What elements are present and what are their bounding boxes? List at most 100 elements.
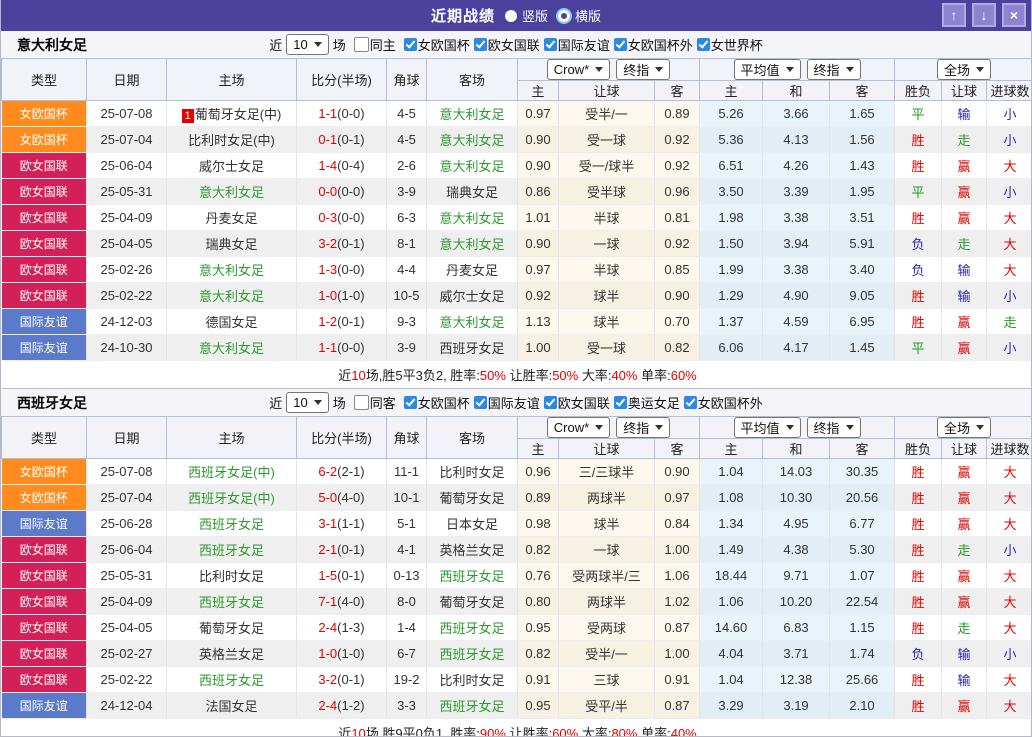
sub-header-handicap-result: 让球 [941,80,988,101]
match-date: 25-06-04 [86,536,167,563]
competition-filter[interactable]: 女欧国杯外 [613,35,693,54]
competition-filter[interactable]: 欧女国联 [543,393,610,412]
col-header-home: 主场 [166,416,297,459]
competition-filter[interactable]: 女欧国杯外 [683,393,763,412]
handicap-odds-home: 1.00 [517,334,559,361]
avg-odds-lose: 20.56 [829,484,896,511]
competition-badge: 女欧国杯 [1,484,87,511]
average-select[interactable]: 平均值 [733,59,801,80]
match-date: 25-04-05 [86,230,167,257]
competition-filter[interactable]: 奥运女足 [613,393,680,412]
odds-source-select[interactable]: Crow* [546,59,611,80]
checkbox-checked-icon[interactable] [473,38,487,51]
corner-count: 3-3 [386,692,427,719]
filter-controls: 近 10 场 同主 女欧国杯 欧女国联 国际友谊 女欧国杯外 女世界杯 [269,34,763,55]
layout-horizontal-radio[interactable]: 横版 [558,6,601,25]
away-team: 西班牙女足 [426,562,518,589]
checkbox-checked-icon[interactable] [543,38,557,51]
outcome-handicap: 赢 [941,308,988,335]
outcome-goals: 大 [986,562,1031,589]
away-team-name: 瑞典女足 [445,185,498,200]
scope-select[interactable]: 全场 [937,417,992,438]
final-odds-select[interactable]: 终指 [616,59,671,80]
same-home-filter[interactable]: 同主 [353,35,396,54]
away-team: 西班牙女足 [426,640,518,667]
handicap-odds-home: 0.92 [517,282,559,309]
match-score: 1-0(1-0) [296,640,387,667]
home-team-name: 瑞典女足 [205,237,258,252]
corner-count: 19-2 [386,666,427,693]
odds-source-select[interactable]: Crow* [546,417,611,438]
sub-header-home-odds: 主 [517,438,559,459]
match-count-select[interactable]: 10 [286,392,329,413]
handicap-line: 一球 [558,536,655,563]
checkbox-checked-icon[interactable] [696,38,710,51]
competition-filter[interactable]: 女欧国杯 [403,35,470,54]
final-odds-select-2[interactable]: 终指 [806,59,861,80]
competition-filter[interactable]: 国际友谊 [543,35,610,54]
handicap-line: 球半 [558,308,655,335]
handicap-odds-home: 0.98 [517,510,559,537]
checkbox-unchecked-icon[interactable] [353,37,369,52]
match-score: 1-3(0-0) [296,256,387,283]
same-away-filter[interactable]: 同客 [353,393,396,412]
average-select[interactable]: 平均值 [733,417,801,438]
filter-bar: 西班牙女足 近 10 场 同客 女欧国杯 国际友谊 欧女国联 奥运女足 女欧国杯外 [1,389,1031,416]
competition-filter[interactable]: 女欧国杯 [403,393,470,412]
handicap-odds-home: 0.82 [517,640,559,667]
home-team: 西班牙女足 [166,510,297,537]
away-team-name: 西班牙女足 [439,569,505,584]
final-odds-select-2[interactable]: 终指 [806,417,861,438]
close-icon: × [1009,7,1019,23]
competition-filter[interactable]: 欧女国联 [473,35,540,54]
checkbox-checked-icon[interactable] [543,396,557,409]
move-up-button[interactable]: ↑ [942,3,966,27]
outcome-goals: 大 [986,230,1031,257]
competition-filter-label: 女欧国杯外 [697,396,763,411]
half-time-score: (0-0) [337,184,365,199]
summary-text: 让胜率: [505,726,553,737]
chevron-down-icon [976,425,985,430]
match-row: 欧女国联 25-04-05 瑞典女足 3-2(0-1) 8-1 意大利女足 0.90 一球 0.… [1,230,1031,257]
scope-select[interactable]: 全场 [937,59,992,80]
avg-odds-lose: 6.77 [829,510,896,537]
competition-filter[interactable]: 女世界杯 [696,35,763,54]
outcome-handicap: 输 [941,282,988,309]
outcome-handicap: 赢 [941,458,988,485]
handicap-odds-home: 0.96 [517,458,559,485]
handicap-odds-away: 1.06 [654,562,701,589]
corner-count: 9-3 [386,308,427,335]
checkbox-checked-icon[interactable] [613,38,627,51]
competition-badge: 欧女国联 [1,178,87,205]
competition-badge: 欧女国联 [1,588,87,615]
avg-odds-win: 1.98 [699,204,764,231]
layout-vertical-radio[interactable]: 竖版 [504,6,548,25]
handicap-odds-away: 0.81 [654,204,701,231]
arrow-down-icon: ↓ [980,7,988,23]
outcome-goals: 小 [986,100,1031,127]
chevron-down-icon [976,67,985,72]
away-team-name: 意大利女足 [439,133,505,148]
final-odds-select[interactable]: 终指 [616,417,671,438]
col-header-score: 比分(半场) [296,416,387,459]
checkbox-checked-icon[interactable] [683,396,697,409]
match-date: 25-07-08 [86,100,167,127]
chevron-down-icon [655,425,664,430]
summary-text: 近 [338,726,352,737]
match-count-select[interactable]: 10 [286,34,329,55]
checkbox-checked-icon[interactable] [613,396,627,409]
away-team: 英格兰女足 [426,536,518,563]
corner-count: 0-13 [386,562,427,589]
move-down-button[interactable]: ↓ [972,3,996,27]
checkbox-checked-icon[interactable] [473,396,487,409]
handicap-odds-away: 0.90 [654,458,701,485]
outcome-goals: 小 [986,282,1031,309]
competition-filter[interactable]: 国际友谊 [473,393,540,412]
sub-header-handicap-result: 让球 [941,438,988,459]
checkbox-checked-icon[interactable] [403,38,417,51]
corner-count: 4-1 [386,536,427,563]
checkbox-unchecked-icon[interactable] [353,395,369,410]
checkbox-checked-icon[interactable] [403,396,417,409]
match-date: 24-10-30 [86,334,167,361]
close-button[interactable]: × [1002,3,1026,27]
